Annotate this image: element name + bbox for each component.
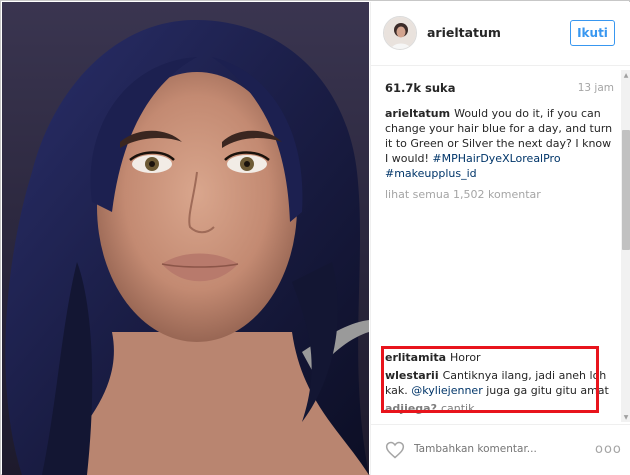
avatar-image bbox=[384, 17, 416, 49]
portrait-image bbox=[2, 2, 369, 475]
post-caption: arieltatum Would you do it, if you can ch… bbox=[385, 106, 613, 181]
scroll-up-icon[interactable]: ▲ bbox=[621, 70, 630, 80]
caption-username[interactable]: arieltatum bbox=[385, 107, 450, 120]
post-time[interactable]: 13 jam bbox=[578, 82, 614, 94]
like-count[interactable]: 61.7k suka bbox=[385, 81, 455, 95]
view-all-comments-link[interactable]: lihat semua 1,502 komentar bbox=[385, 188, 617, 201]
avatar[interactable] bbox=[383, 16, 417, 50]
header-username[interactable]: arieltatum bbox=[427, 25, 501, 40]
scroll-down-icon[interactable]: ▼ bbox=[621, 412, 630, 422]
more-options-icon[interactable]: ooo bbox=[595, 442, 622, 457]
heart-icon[interactable] bbox=[385, 440, 405, 460]
post-footer: ooo bbox=[371, 424, 630, 475]
follow-button[interactable]: Ikuti bbox=[570, 20, 615, 46]
highlight-box bbox=[381, 346, 599, 413]
post-photo[interactable] bbox=[2, 2, 369, 475]
scroll-thumb[interactable] bbox=[622, 130, 630, 250]
comments-scrollbar[interactable]: ▲ ▼ bbox=[621, 70, 630, 422]
post-header: arieltatum Ikuti bbox=[371, 2, 630, 66]
post-window: arieltatum Ikuti 61.7k suka 13 jam ariel… bbox=[0, 0, 630, 475]
comment-input[interactable] bbox=[414, 443, 564, 455]
